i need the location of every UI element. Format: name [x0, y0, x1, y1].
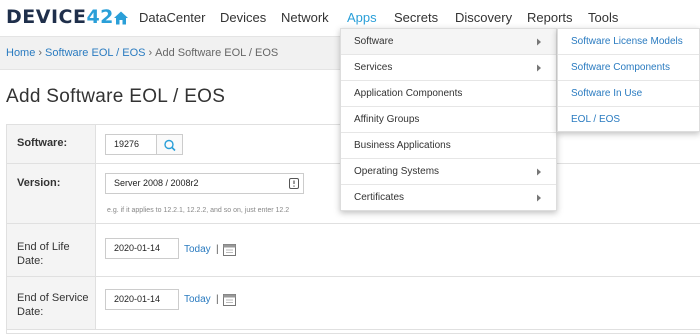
chevron-right-icon — [537, 64, 541, 72]
breadcrumb-software-eol[interactable]: Software EOL / EOS — [45, 47, 145, 59]
breadcrumb-separator: › — [38, 47, 43, 59]
software-label: Software: — [17, 137, 68, 149]
menu-item-label: Services — [354, 62, 393, 73]
calendar-icon[interactable] — [223, 293, 236, 306]
eos-divider: | — [216, 294, 219, 305]
menu-item-label: Operating Systems — [354, 166, 440, 177]
menu-item-services[interactable]: Services — [341, 55, 556, 81]
breadcrumb: Home › Software EOL / EOS › Add Software EOL… — [6, 47, 278, 60]
eos-label-line2: Date: — [17, 306, 44, 318]
eol-label-line1: End of Life — [17, 241, 70, 253]
nav-datacenter[interactable]: DataCenter — [139, 10, 205, 26]
menu-item-affinity-groups[interactable]: Affinity Groups — [341, 107, 556, 133]
version-help-text: e.g. if it applies to 12.2.1, 12.2.2, an… — [107, 207, 290, 214]
breadcrumb-home[interactable]: Home — [6, 47, 35, 59]
nav-reports[interactable]: Reports — [527, 10, 573, 26]
menu-item-label: Software — [354, 36, 394, 47]
submenu-item-software-license-models[interactable]: Software License Models — [558, 29, 699, 55]
home-icon[interactable] — [113, 10, 129, 26]
nav-apps[interactable]: Apps — [347, 10, 377, 26]
menu-item-label: Application Components — [354, 88, 463, 99]
menu-item-label: Affinity Groups — [354, 114, 420, 125]
chevron-right-icon — [537, 38, 541, 46]
eol-date-input[interactable]: 2020-01-14 — [105, 238, 179, 259]
eol-label-line2: Date: — [17, 255, 44, 267]
apps-dropdown-menu: Software Services Application Components… — [340, 28, 557, 211]
version-label: Version: — [17, 177, 61, 189]
nav-discovery[interactable]: Discovery — [455, 10, 512, 26]
submenu-item-software-components[interactable]: Software Components — [558, 55, 699, 81]
eos-label-line1: End of Service — [17, 292, 89, 304]
menu-item-label: Certificates — [354, 192, 405, 203]
eos-row: End of Service Date: 2020-01-14 Today | — [7, 277, 700, 330]
software-search-button[interactable] — [157, 134, 183, 155]
nav-tools[interactable]: Tools — [588, 10, 618, 26]
submenu-item-software-in-use[interactable]: Software In Use — [558, 81, 699, 107]
list-icon[interactable] — [289, 178, 299, 189]
menu-item-business-applications[interactable]: Business Applications — [341, 133, 556, 159]
menu-item-software[interactable]: Software — [341, 29, 556, 55]
calendar-icon[interactable] — [223, 243, 236, 256]
label-column — [7, 164, 96, 223]
device42-logo[interactable]: DEVICE42 — [6, 7, 114, 27]
submenu-item-eol-eos[interactable]: EOL / EOS — [558, 107, 699, 133]
page-title: Add Software EOL / EOS — [6, 86, 226, 107]
chevron-right-icon — [537, 194, 541, 202]
software-submenu: Software License Models Software Compone… — [557, 28, 700, 132]
menu-item-application-components[interactable]: Application Components — [341, 81, 556, 107]
nav-secrets[interactable]: Secrets — [394, 10, 438, 26]
eos-date-input[interactable]: 2020-01-14 — [105, 289, 179, 310]
eol-row: End of Life Date: 2020-01-14 Today | — [7, 224, 700, 277]
eol-today-link[interactable]: Today — [184, 244, 211, 255]
breadcrumb-current: Add Software EOL / EOS — [155, 47, 279, 59]
menu-item-certificates[interactable]: Certificates — [341, 185, 556, 211]
nav-network[interactable]: Network — [281, 10, 329, 26]
eos-today-link[interactable]: Today — [184, 294, 211, 305]
menu-item-label: Business Applications — [354, 140, 451, 151]
chevron-right-icon — [537, 168, 541, 176]
nav-devices[interactable]: Devices — [220, 10, 266, 26]
version-input[interactable]: Server 2008 / 2008r2 — [105, 173, 304, 194]
menu-item-operating-systems[interactable]: Operating Systems — [341, 159, 556, 185]
eol-divider: | — [216, 244, 219, 255]
breadcrumb-separator: › — [148, 47, 153, 59]
software-input[interactable]: 19276 — [105, 134, 157, 155]
search-icon — [164, 139, 176, 152]
